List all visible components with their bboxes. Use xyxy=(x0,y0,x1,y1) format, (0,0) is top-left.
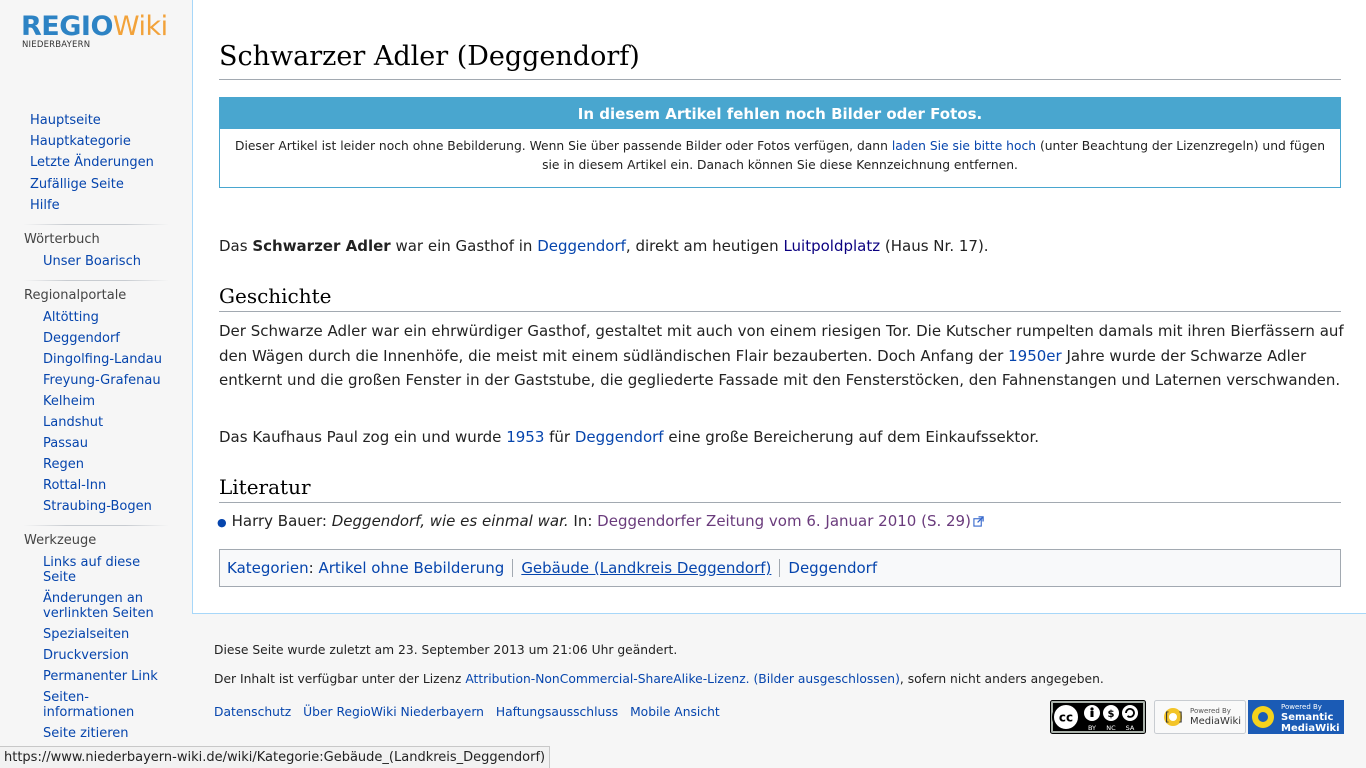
external-link-zeitung[interactable]: Deggendorfer Zeitung vom 6. Januar 2010 … xyxy=(597,512,971,530)
portal-heading: Werkzeuge xyxy=(24,525,168,551)
svg-text:SA: SA xyxy=(1126,724,1135,732)
bullet-icon: ● xyxy=(217,516,227,529)
sidebar-item-hilfe[interactable]: Hilfe xyxy=(30,195,192,216)
browser-status-bar: https://www.niederbayern-wiki.de/wiki/Ka… xyxy=(0,746,551,768)
sidebar-item-letzte-aenderungen[interactable]: Letzte Änderungen xyxy=(30,152,192,173)
main-content: Schwarzer Adler (Deggendorf) In diesem A… xyxy=(192,0,1366,614)
svg-text:BY: BY xyxy=(1088,724,1096,732)
sidebar-portal-woerterbuch: Wörterbuch Unser Boarisch xyxy=(24,224,168,272)
sidebar-navigation: Hauptseite Hauptkategorie Letzte Änderun… xyxy=(0,110,192,216)
page-title: Schwarzer Adler (Deggendorf) xyxy=(219,38,1341,80)
intro-paragraph: Das Schwarzer Adler war ein Gasthof in D… xyxy=(219,237,989,255)
sidebar-portal-werkzeuge: Werkzeuge Links auf diese Seite Änderung… xyxy=(24,525,168,744)
sidebar-item-landshut[interactable]: Landshut xyxy=(43,412,168,433)
portal-heading: Regionalportale xyxy=(24,280,168,306)
link-1950er[interactable]: 1950er xyxy=(1008,347,1062,365)
category-gebaeude-landkreis-deggendorf[interactable]: Gebäude (Landkreis Deggendorf) xyxy=(521,559,771,577)
footer-link-datenschutz[interactable]: Datenschutz xyxy=(214,705,291,719)
svg-text:Semantic: Semantic xyxy=(1281,712,1333,723)
sidebar-item-passau[interactable]: Passau xyxy=(43,433,168,454)
sidebar-portal-regionalportale: Regionalportale Altötting Deggendorf Din… xyxy=(24,280,168,517)
sidebar-item-straubing-bogen[interactable]: Straubing-Bogen xyxy=(43,496,168,517)
license-link[interactable]: Attribution-NonCommercial-ShareAlike-Liz… xyxy=(465,672,900,686)
footer-lastmod: Diese Seite wurde zuletzt am 23. Septemb… xyxy=(214,643,678,657)
category-divider xyxy=(512,559,514,577)
geschichte-paragraph-1: Der Schwarze Adler war ein ehrwürdiger G… xyxy=(219,322,1344,390)
link-deggendorf[interactable]: Deggendorf xyxy=(537,237,626,255)
upload-link[interactable]: laden Sie sie bitte hoch xyxy=(892,139,1036,153)
cc-by-nc-sa-badge[interactable]: cc $ BY NC SA xyxy=(1050,700,1146,734)
external-link-icon xyxy=(973,516,984,527)
section-heading-literatur: Literatur xyxy=(219,473,1341,503)
svg-text:Powered By: Powered By xyxy=(1281,703,1322,711)
category-artikel-ohne-bebilderung[interactable]: Artikel ohne Bebilderung xyxy=(319,559,505,577)
footer-link-mobile-ansicht[interactable]: Mobile Ansicht xyxy=(630,705,720,719)
svg-text:MediaWiki: MediaWiki xyxy=(1281,723,1340,734)
sidebar-item-regen[interactable]: Regen xyxy=(43,454,168,475)
sidebar-item-hauptkategorie[interactable]: Hauptkategorie xyxy=(30,131,192,152)
literature-list: ● Harry Bauer: Deggendorf, wie es einmal … xyxy=(217,510,984,534)
sidebar-item-rottal-inn[interactable]: Rottal-Inn xyxy=(43,475,168,496)
link-luitpoldplatz[interactable]: Luitpoldplatz xyxy=(783,237,880,255)
logo-subtitle: NIEDERBAYERN xyxy=(22,40,91,50)
footer-links: Datenschutz Über RegioWiki Niederbayern … xyxy=(214,705,720,719)
notice-heading: In diesem Artikel fehlen noch Bilder ode… xyxy=(220,98,1340,129)
portal-heading: Wörterbuch xyxy=(24,224,168,250)
list-item: ● Harry Bauer: Deggendorf, wie es einmal … xyxy=(205,510,984,534)
svg-text:[: [ xyxy=(1165,710,1170,724)
notice-body: Dieser Artikel ist leider noch ohne Bebi… xyxy=(234,139,1326,172)
sidebar-item-druckversion[interactable]: Druckversion xyxy=(43,645,168,666)
svg-text:MediaWiki: MediaWiki xyxy=(1190,716,1241,727)
svg-text:NC: NC xyxy=(1106,724,1116,732)
link-1953[interactable]: 1953 xyxy=(506,428,544,446)
missing-images-notice: In diesem Artikel fehlen noch Bilder ode… xyxy=(219,97,1341,188)
powered-by-mediawiki-badge[interactable]: [ ] Powered By MediaWiki xyxy=(1154,700,1246,734)
footer-link-ueber[interactable]: Über RegioWiki Niederbayern xyxy=(303,705,484,719)
sidebar-item-freyung-grafenau[interactable]: Freyung-Grafenau xyxy=(43,370,168,391)
category-deggendorf[interactable]: Deggendorf xyxy=(788,559,877,577)
section-heading-geschichte: Geschichte xyxy=(219,282,1341,312)
sidebar-item-kelheim[interactable]: Kelheim xyxy=(43,391,168,412)
geschichte-paragraph-2: Das Kaufhaus Paul zog ein und wurde 1953… xyxy=(219,428,1040,446)
sidebar-item-dingolfing-landau[interactable]: Dingolfing-Landau xyxy=(43,349,168,370)
svg-text:cc: cc xyxy=(1059,711,1073,725)
sidebar-item-spezialseiten[interactable]: Spezialseiten xyxy=(43,624,168,645)
category-divider xyxy=(779,559,781,577)
sidebar-item-links-auf-diese-seite[interactable]: Links auf diese Seite xyxy=(43,552,168,588)
category-box: Kategorien: Artikel ohne Bebilderung Gebä… xyxy=(219,549,1341,587)
sidebar-item-altoetting[interactable]: Altötting xyxy=(43,307,168,328)
logo-wordmark: REGIOWiki xyxy=(21,11,168,42)
sidebar-item-seite-zitieren[interactable]: Seite zitieren xyxy=(43,723,168,744)
powered-by-semantic-mediawiki-badge[interactable]: Powered By Semantic MediaWiki xyxy=(1248,700,1344,734)
footer-license: Der Inhalt ist verfügbar unter der Lizen… xyxy=(214,672,1104,686)
sidebar-item-hauptseite[interactable]: Hauptseite xyxy=(30,110,192,131)
sidebar-item-permanenter-link[interactable]: Permanenter Link xyxy=(43,666,168,687)
sidebar-item-unser-boarisch[interactable]: Unser Boarisch xyxy=(43,251,168,272)
svg-text:$: $ xyxy=(1108,709,1115,720)
link-deggendorf[interactable]: Deggendorf xyxy=(575,428,664,446)
sidebar-item-seiteninformationen[interactable]: Seiten­informationen xyxy=(43,687,168,723)
sidebar-item-zufaellige-seite[interactable]: Zufällige Seite xyxy=(30,174,192,195)
sidebar-item-deggendorf[interactable]: Deggendorf xyxy=(43,328,168,349)
sidebar: Hauptseite Hauptkategorie Letzte Änderun… xyxy=(0,110,192,744)
sidebar-item-aenderungen-verlinkte-seiten[interactable]: Änderungen an verlinkten Seiten xyxy=(43,588,168,624)
svg-text:Powered By: Powered By xyxy=(1190,707,1231,715)
site-logo[interactable]: REGIOWiki NIEDERBAYERN xyxy=(21,12,181,57)
categories-label-link[interactable]: Kategorien xyxy=(227,559,309,577)
footer-link-haftungsausschluss[interactable]: Haftungsausschluss xyxy=(496,705,618,719)
svg-text:]: ] xyxy=(1178,710,1183,724)
